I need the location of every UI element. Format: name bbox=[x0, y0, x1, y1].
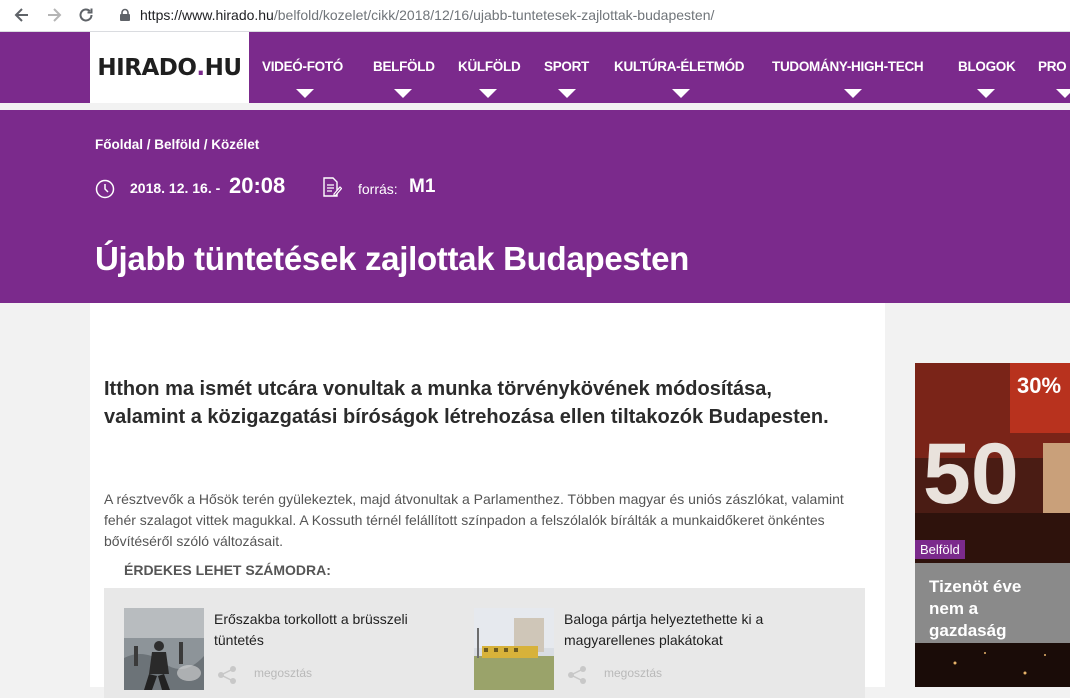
related-heading: ÉRDEKES LEHET SZÁMODRA: bbox=[124, 562, 331, 578]
publish-time: 20:08 bbox=[229, 173, 286, 198]
reload-icon[interactable] bbox=[74, 3, 98, 27]
side-image-text-number: 50 bbox=[923, 426, 1019, 522]
main-menu: VIDEÓ-FOTÓ BELFÖLD KÜLFÖLD SPORT KULTÚRA… bbox=[250, 32, 1070, 103]
chevron-down-icon bbox=[844, 89, 862, 98]
chevron-down-icon bbox=[296, 89, 314, 98]
document-edit-icon bbox=[322, 176, 343, 198]
side-article-image-lower bbox=[915, 643, 1070, 687]
chevron-down-icon bbox=[558, 89, 576, 98]
url-host: https://www.hirado.hu bbox=[140, 7, 274, 23]
source-name: M1 bbox=[409, 176, 436, 197]
browser-toolbar: https://www.hirado.hu/belfold/kozelet/ci… bbox=[0, 0, 1070, 32]
side-article-card[interactable]: 30% 50 Belföld Tizenöt éve nem a gazdasá… bbox=[915, 363, 1070, 687]
chevron-down-icon bbox=[479, 89, 497, 98]
article-paragraph: A résztvevők a Hősök terén gyülekeztek, … bbox=[104, 491, 844, 549]
url-path: /belfold/kozelet/cikk/2018/12/16/ujabb-t… bbox=[273, 7, 715, 23]
side-article-title[interactable]: Tizenöt éve nem a gazdaság bbox=[929, 576, 1059, 642]
clock-icon bbox=[95, 179, 115, 199]
site-header: HIRADO. HU VIDEÓ-FOTÓ BELFÖLD KÜLFÖLD SPO… bbox=[0, 32, 1070, 103]
article-body: Itthon ma ismét utcára vonultak a munka … bbox=[90, 303, 885, 698]
article-lead: Itthon ma ismét utcára vonultak a munka … bbox=[104, 378, 829, 428]
address-bar[interactable]: https://www.hirado.hu/belfold/kozelet/ci… bbox=[140, 7, 714, 23]
side-article-image[interactable]: 30% 50 bbox=[915, 363, 1070, 563]
related-card[interactable]: Baloga pártja helyeztethette ki a magyar… bbox=[474, 608, 814, 698]
share-label[interactable]: megosztás bbox=[604, 666, 662, 680]
breadcrumb[interactable]: Főoldal / Belföld / Közélet bbox=[95, 137, 259, 152]
chevron-down-icon bbox=[977, 89, 995, 98]
source-label: forrás: bbox=[358, 181, 398, 197]
article-hero: Főoldal / Belföld / Közélet 2018. 12. 16… bbox=[0, 110, 1070, 303]
side-title-box[interactable]: Tizenöt éve nem a gazdaság bbox=[915, 563, 1070, 643]
related-card[interactable]: Erőszakba torkollott a brüsszeli tünteté… bbox=[124, 608, 464, 698]
share-label[interactable]: megosztás bbox=[254, 666, 312, 680]
share-icon[interactable] bbox=[216, 664, 238, 686]
back-arrow-icon[interactable] bbox=[10, 3, 34, 27]
forward-arrow-icon[interactable] bbox=[42, 3, 66, 27]
side-image-text-percent: 30% bbox=[1017, 373, 1061, 398]
site-logo[interactable]: HIRADO. HU bbox=[90, 32, 249, 103]
article-title: Újabb tüntetések zajlottak Budapesten bbox=[95, 240, 690, 277]
chevron-down-icon bbox=[1056, 89, 1070, 98]
publish-date: 2018. 12. 16. - bbox=[130, 180, 221, 196]
chevron-down-icon bbox=[672, 89, 690, 98]
related-title[interactable]: Erőszakba torkollott a brüsszeli tünteté… bbox=[214, 609, 454, 651]
lock-icon bbox=[118, 8, 132, 22]
category-badge[interactable]: Belföld bbox=[915, 540, 965, 559]
share-icon[interactable] bbox=[566, 664, 588, 686]
related-thumbnail[interactable] bbox=[474, 608, 554, 690]
related-thumbnail[interactable] bbox=[124, 608, 204, 690]
chevron-down-icon bbox=[394, 89, 412, 98]
related-articles: Erőszakba torkollott a brüsszeli tünteté… bbox=[104, 588, 865, 698]
related-title[interactable]: Baloga pártja helyeztethette ki a magyar… bbox=[564, 609, 804, 651]
